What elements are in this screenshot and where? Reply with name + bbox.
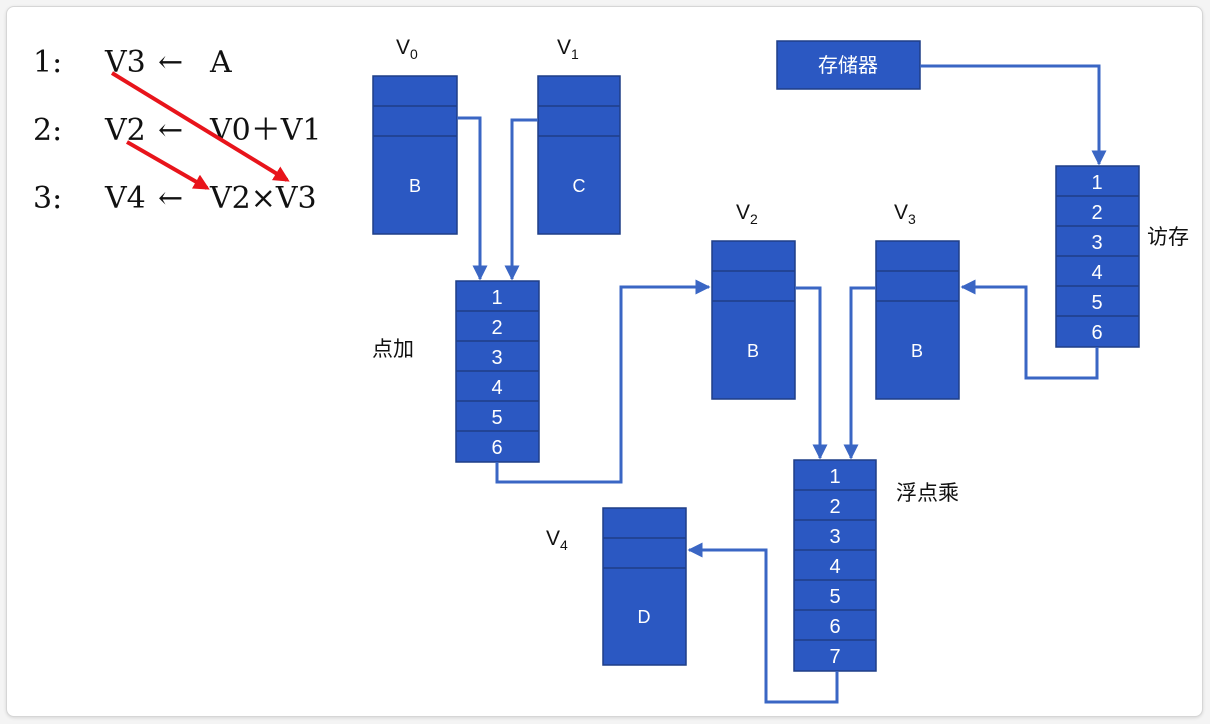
register-v0-label: V0 <box>396 36 418 62</box>
mul-stage: 6 <box>829 616 840 638</box>
connector-v2-to-mul <box>795 286 828 460</box>
memory-label: 存储器 <box>818 53 878 77</box>
load-stage: 5 <box>1091 292 1102 314</box>
register-v3-content: B <box>911 341 923 361</box>
instruction-2-arrow: ← <box>158 113 183 148</box>
register-v0-content: B <box>409 176 421 196</box>
register-v2-content: B <box>747 341 759 361</box>
load-pipeline: 1 2 3 4 5 6 <box>1055 165 1140 348</box>
instruction-1-source: A <box>209 45 232 80</box>
instruction-2: 2: V2 ← V0＋V1 <box>33 113 322 148</box>
instruction-1-number: 1: <box>33 45 62 80</box>
register-v4-label: V4 <box>546 527 568 553</box>
mul-stage: 7 <box>829 646 840 668</box>
mul-pipeline: 1 2 3 4 5 6 7 <box>793 459 877 672</box>
connector-v1-to-add <box>504 118 538 281</box>
mul-stage: 1 <box>829 466 840 488</box>
load-stage: 1 <box>1091 172 1102 194</box>
register-v0: B <box>372 75 458 235</box>
instruction-1-dest: V3 <box>104 45 146 80</box>
instruction-1: 1: V3 ← A <box>33 45 232 80</box>
instruction-3-number: 3: <box>33 181 62 216</box>
register-v1-content: C <box>573 176 586 196</box>
instruction-2-number: 2: <box>33 113 62 148</box>
register-v4: D <box>602 507 687 666</box>
load-stage: 3 <box>1091 232 1102 254</box>
add-stage: 2 <box>491 317 502 339</box>
add-stage: 3 <box>491 347 502 369</box>
memory-unit: 存储器 <box>776 40 921 90</box>
instruction-3-arrow: ← <box>158 181 183 216</box>
register-v2: B <box>711 240 796 400</box>
register-v1-label: V1 <box>557 36 579 62</box>
instruction-2-dest: V2 <box>104 113 146 148</box>
instruction-1-arrow: ← <box>158 45 183 80</box>
connector-memory-to-load <box>920 64 1107 166</box>
connector-v3-to-mul <box>843 286 876 460</box>
chaining-diagram: 1: V3 ← A 2: V2 ← V0＋V1 3: V4 ← V2×V3 V0… <box>33 36 1189 704</box>
load-pipeline-label: 访存 <box>1147 226 1189 249</box>
add-stage: 4 <box>491 377 502 399</box>
add-stage: 5 <box>491 407 502 429</box>
instruction-list: 1: V3 ← A 2: V2 ← V0＋V1 3: V4 ← V2×V3 <box>33 45 322 216</box>
add-stage: 1 <box>491 287 502 309</box>
connector-v0-to-add <box>457 116 488 281</box>
add-pipeline: 1 2 3 4 5 6 <box>455 280 540 463</box>
mul-stage: 5 <box>829 586 840 608</box>
register-v4-content: D <box>638 607 651 627</box>
instruction-3-dest: V4 <box>104 181 146 216</box>
register-v2-label: V2 <box>736 201 758 227</box>
mul-stage: 4 <box>829 556 840 578</box>
add-stage: 6 <box>491 437 502 459</box>
load-stage: 4 <box>1091 262 1102 284</box>
mul-stage: 3 <box>829 526 840 548</box>
load-stage: 2 <box>1091 202 1102 224</box>
register-v1: C <box>537 75 621 235</box>
instruction-3-source: V2×V3 <box>209 181 317 216</box>
load-stage: 6 <box>1091 322 1102 344</box>
register-v3: B <box>875 240 960 400</box>
mul-stage: 2 <box>829 496 840 518</box>
mul-pipeline-label: 浮点乘 <box>896 482 959 505</box>
register-v3-label: V3 <box>894 201 916 227</box>
add-pipeline-label: 点加 <box>372 338 414 361</box>
instruction-3: 3: V4 ← V2×V3 <box>33 181 317 216</box>
